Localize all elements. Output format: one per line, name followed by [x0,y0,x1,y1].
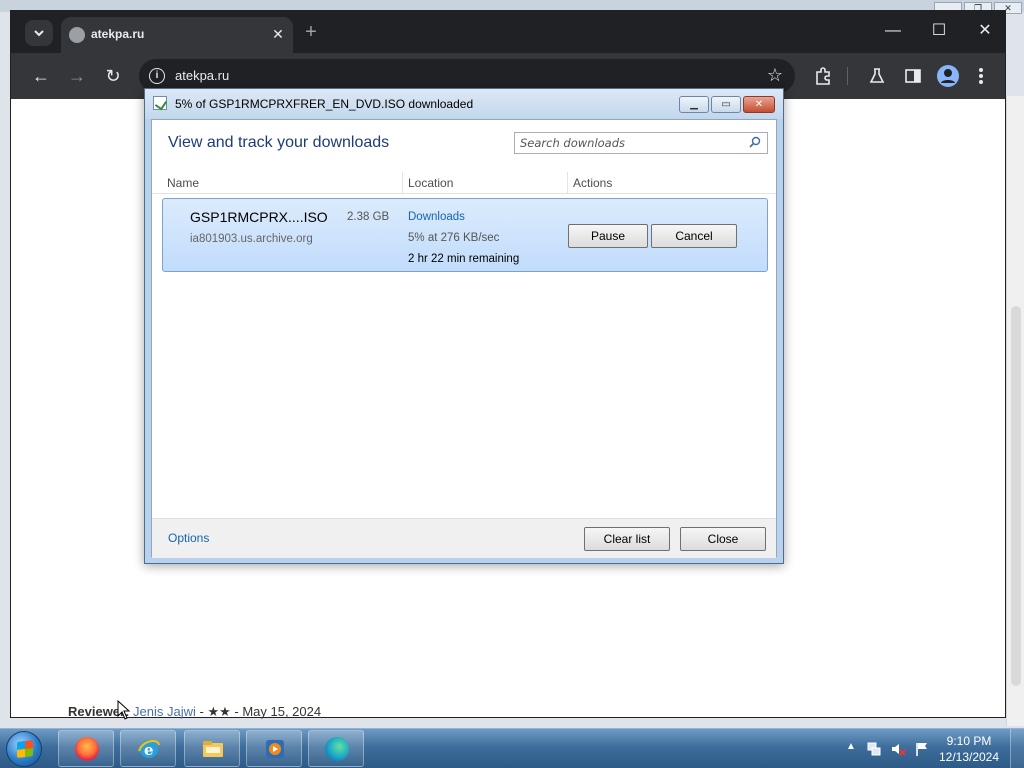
url-text[interactable]: atekpa.ru [175,68,229,83]
side-panel-icon[interactable] [903,66,923,86]
options-link[interactable]: Options [168,531,209,545]
column-header-location[interactable]: Location [408,176,453,198]
search-downloads-input[interactable] [515,133,741,153]
close-window-button[interactable]: ✕ [973,19,997,43]
background-page-scrollbar[interactable] [1006,96,1024,726]
network-icon[interactable] [866,741,882,757]
bookmark-star-icon[interactable]: ☆ [767,65,783,86]
dialog-titlebar[interactable]: 5% of GSP1RMCPRXFRER_EN_DVD.ISO download… [145,89,783,119]
back-button[interactable]: ← [29,64,53,88]
person-icon [941,69,955,83]
taskbar-app-ie[interactable]: e [120,730,176,767]
clock[interactable]: 9:10 PM 12/13/2024 [934,733,1004,765]
taskbar-app-firefox[interactable] [58,730,114,767]
start-button[interactable] [6,731,42,767]
dialog-window-controls: ▁ ▭ ✕ [679,96,775,113]
reload-button[interactable]: ↻ [101,64,125,88]
tab-close-button[interactable]: ✕ [269,25,287,43]
search-box[interactable] [514,132,768,154]
menu-dots-icon[interactable] [977,66,985,86]
edge-icon [325,737,349,761]
info-icon[interactable]: i [149,68,165,84]
download-source: ia801903.us.archive.org [190,233,313,245]
dialog-footer: Options Clear list Close [152,518,776,558]
taskbar-app-media-player[interactable] [246,730,302,767]
dialog-title: 5% of GSP1RMCPRXFRER_EN_DVD.ISO download… [175,97,474,111]
profile-avatar[interactable] [937,65,959,87]
dialog-close-x-button[interactable]: ✕ [743,96,775,113]
reviewer-name-link[interactable]: Jenis Jajwi [133,704,196,719]
labs-icon[interactable] [867,66,887,86]
pause-button[interactable]: Pause [568,224,648,248]
taskbar: e ▲ 9:10 PM 12/13/2024 [0,728,1024,768]
download-list-item[interactable]: GSP1RMCPRX....ISO 2.38 GB ia801903.us.ar… [162,198,768,272]
media-player-icon [266,740,284,758]
dialog-maximize-button[interactable]: ▭ [711,96,741,113]
taskbar-app-explorer[interactable] [184,730,240,767]
action-center-flag-icon[interactable] [914,741,930,757]
extensions-icon[interactable] [813,66,833,86]
tab-active[interactable]: atekpa.ru ✕ [61,17,293,53]
download-remaining-text: 2 hr 22 min remaining [408,253,520,265]
mouse-cursor-icon [117,700,131,720]
download-icon [153,96,167,110]
firefox-icon [75,737,99,761]
forward-button[interactable]: → [65,64,89,88]
clock-date: 12/13/2024 [938,750,1000,764]
maximize-button[interactable]: ☐ [927,19,951,43]
column-separator[interactable] [567,172,568,194]
dialog-heading: View and track your downloads [168,134,390,151]
clock-time: 9:10 PM [946,734,992,748]
window-controls: — ☐ ✕ [881,19,997,43]
file-explorer-icon [203,741,223,757]
show-desktop-button[interactable] [1010,729,1024,768]
reviewer-line: Reviewer: Jenis Jajwi - ★★ - May 15, 202… [68,704,321,720]
chevron-down-icon [34,30,44,37]
column-separator[interactable] [402,172,403,194]
download-filename: GSP1RMCPRX....ISO [190,209,328,225]
taskbar-app-edge[interactable] [308,730,364,767]
dialog-body: View and track your downloads Name Locat… [151,119,777,558]
tab-title: atekpa.ru [91,27,145,41]
dialog-minimize-button[interactable]: ▁ [679,96,709,113]
volume-muted-icon[interactable] [890,741,906,757]
column-header-actions[interactable]: Actions [573,176,612,198]
column-header-row: Name Location Actions [152,172,776,194]
internet-explorer-icon: e [138,740,160,759]
download-manager-dialog: 5% of GSP1RMCPRXFRER_EN_DVD.ISO download… [144,88,784,564]
close-button[interactable]: Close [680,527,766,551]
globe-icon [69,27,85,43]
show-hidden-icons-button[interactable]: ▲ [846,741,856,752]
tab-strip: atekpa.ru ✕ + — ☐ ✕ [11,11,1005,53]
download-progress-text: 5% at 276 KB/sec [408,232,500,244]
clear-list-button[interactable]: Clear list [584,527,670,551]
system-tray: ▲ 9:10 PM 12/13/2024 [844,729,1024,768]
column-header-name[interactable]: Name [167,176,199,198]
minimize-button[interactable]: — [881,19,905,43]
tab-search-button[interactable] [25,20,53,46]
new-tab-button[interactable]: + [301,22,321,42]
cancel-button[interactable]: Cancel [651,224,737,248]
scrollbar-thumb[interactable] [1011,306,1021,686]
reviewer-rating-date: - ★★ - May 15, 2024 [195,704,322,719]
search-icon[interactable] [749,136,761,148]
toolbar-divider [847,67,848,85]
download-size: 2.38 GB [347,211,390,223]
download-location-link[interactable]: Downloads [408,211,465,223]
